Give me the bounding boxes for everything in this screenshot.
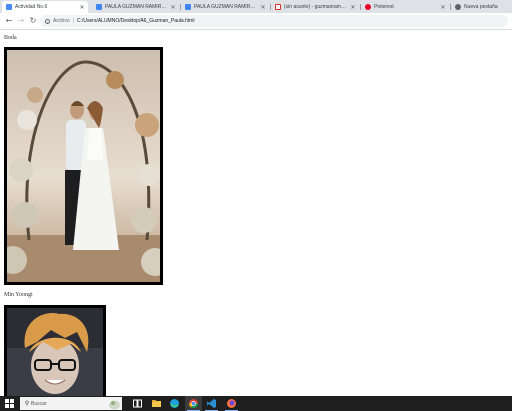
taskbar-search[interactable]: ⚲ Buscar: [20, 397, 122, 410]
wedding-image: [7, 50, 160, 282]
caption-min-yoongi: Min Yoongi: [4, 292, 33, 298]
scheme-label: Archivo: [53, 18, 70, 24]
search-icon: ⚲: [24, 400, 30, 407]
image-file-icon: [6, 4, 12, 10]
close-icon[interactable]: ✕: [170, 4, 176, 11]
close-icon[interactable]: ✕: [79, 4, 85, 11]
close-icon[interactable]: ✕: [260, 4, 266, 11]
tab-gmail[interactable]: (sin asunto) - guzmanramirez ✕: [271, 1, 359, 13]
tab-title: PAULA GUZMAN RAMIREZ - A: [194, 4, 257, 10]
classroom-icon: [185, 4, 191, 10]
search-highlight-icon[interactable]: [108, 397, 121, 410]
forward-arrow-icon[interactable]: →: [16, 16, 26, 26]
browser-toolbar: ← → ↻ i Archivo | C:/Users/ALUMNO/Deskto…: [0, 13, 512, 30]
tab-classroom-1[interactable]: PAULA GUZMAN RAMIREZ - A ✕: [92, 1, 179, 13]
search-placeholder: Buscar: [31, 400, 47, 407]
caption-boda: Boda: [4, 35, 17, 41]
reload-icon[interactable]: ↻: [28, 16, 38, 26]
tab-new[interactable]: Nueva pestaña: [451, 1, 511, 13]
windows-start-icon[interactable]: [4, 398, 15, 409]
classroom-icon: [96, 4, 102, 10]
task-view-icon[interactable]: [132, 398, 143, 409]
tab-actividad[interactable]: Actividad No.6 ✕: [2, 1, 88, 13]
tab-pinterest[interactable]: Pinterest ✕: [361, 1, 449, 13]
tab-title: PAULA GUZMAN RAMIREZ - A: [105, 4, 167, 10]
new-tab-icon: [455, 4, 461, 10]
info-icon[interactable]: i: [45, 18, 50, 25]
url-text[interactable]: C:/Users/ALUMNO/Desktop/A6_Guzman_Paula.…: [77, 18, 195, 24]
gmail-icon: [275, 4, 281, 10]
back-arrow-icon[interactable]: ←: [4, 16, 14, 26]
portrait-photo: [4, 305, 106, 396]
portrait-image: [7, 308, 103, 396]
close-icon[interactable]: ✕: [440, 4, 446, 11]
chrome-icon[interactable]: [188, 398, 199, 409]
edge-icon[interactable]: [169, 398, 180, 409]
tab-title: Nueva pestaña: [464, 4, 498, 10]
file-explorer-icon[interactable]: [151, 398, 162, 409]
taskbar: ⚲ Buscar: [0, 396, 512, 411]
wedding-photo: [4, 47, 163, 285]
address-bar[interactable]: i Archivo | C:/Users/ALUMNO/Desktop/A6_G…: [40, 15, 508, 27]
page-content: Boda Min Yoongi: [0, 30, 512, 396]
pinterest-icon: [365, 4, 371, 10]
tab-classroom-2[interactable]: PAULA GUZMAN RAMIREZ - A ✕: [181, 1, 269, 13]
tab-strip: Actividad No.6 ✕ PAULA GUZMAN RAMIREZ - …: [0, 0, 512, 13]
tab-title: Actividad No.6: [15, 4, 48, 10]
firefox-icon[interactable]: [226, 398, 237, 409]
tab-title: Pinterest: [374, 4, 394, 10]
address-separator: |: [72, 18, 74, 24]
close-icon[interactable]: ✕: [350, 4, 356, 11]
tab-title: (sin asunto) - guzmanramirez: [284, 4, 347, 10]
vscode-icon[interactable]: [206, 398, 217, 409]
